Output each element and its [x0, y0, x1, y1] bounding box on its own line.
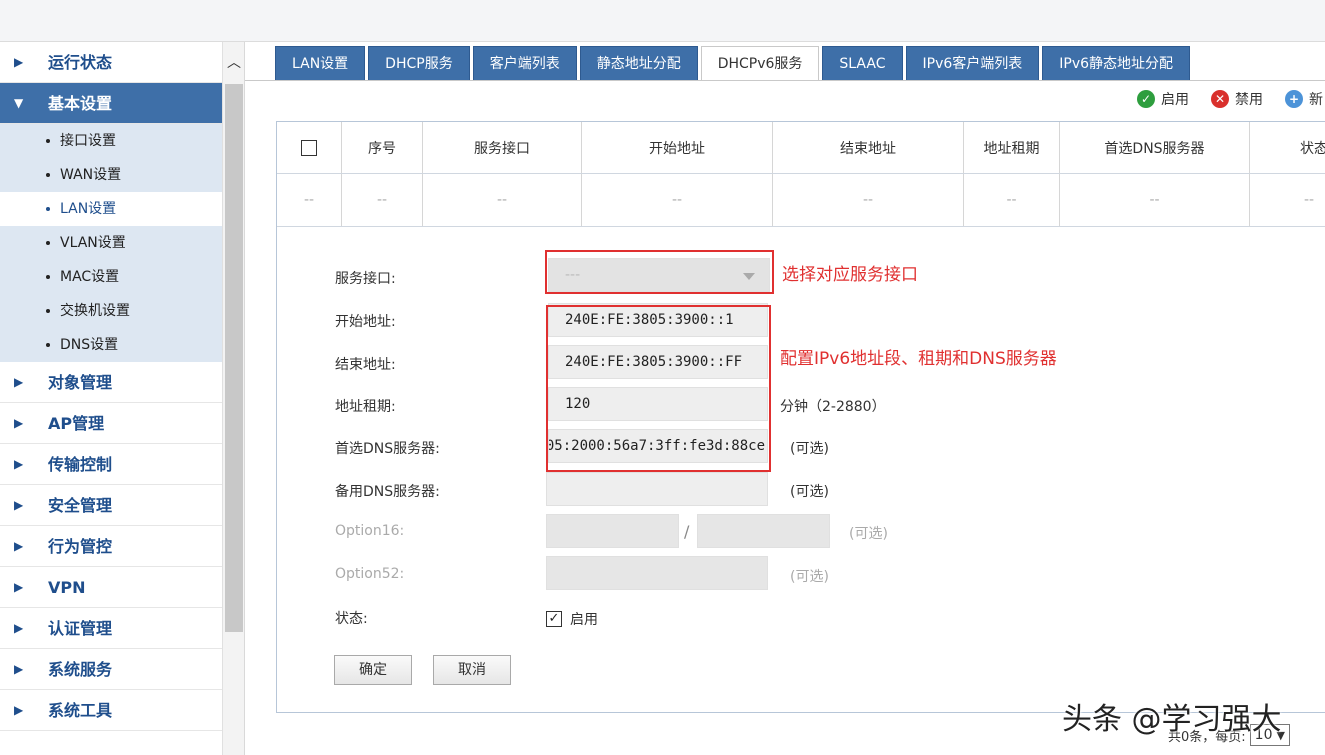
ok-button[interactable]: 确定	[334, 655, 412, 685]
dhcpv6-panel: 序号 服务接口 开始地址 结束地址 地址租期 首选DNS服务器 状态 -- --…	[276, 121, 1325, 713]
enable-button[interactable]: ✓ 启用	[1137, 89, 1189, 109]
chevron-right-icon: ▶	[14, 498, 24, 512]
sidebar-item-transfer-control[interactable]: ▶ 传输控制	[0, 444, 222, 485]
option16-label: Option16:	[335, 523, 405, 539]
plus-circle-icon: +	[1285, 90, 1303, 108]
lease-label: 地址租期:	[335, 399, 396, 415]
dns1-hint: (可选)	[790, 441, 829, 457]
add-button[interactable]: + 新	[1285, 89, 1323, 109]
option16-input-b[interactable]	[697, 514, 830, 548]
col-index: 序号	[342, 122, 423, 173]
annotation-address: 配置IPv6地址段、租期和DNS服务器	[780, 349, 1057, 369]
option52-hint: (可选)	[790, 569, 829, 585]
x-circle-icon: ✕	[1211, 90, 1229, 108]
tab-bar: LAN设置 DHCP服务 客户端列表 静态地址分配 DHCPv6服务 SLAAC…	[275, 46, 1193, 81]
checkmark-icon: ✓	[546, 611, 562, 627]
check-circle-icon: ✓	[1137, 90, 1155, 108]
sidebar-subitem-lan[interactable]: LAN设置	[0, 192, 222, 226]
table-toolbar: ✓ 启用 ✕ 禁用 + 新	[1137, 88, 1325, 110]
sidebar-item-security[interactable]: ▶ 安全管理	[0, 485, 222, 526]
chevron-right-icon: ▶	[14, 580, 24, 594]
sidebar-subitem-vlan[interactable]: VLAN设置	[0, 226, 222, 260]
chevron-down-icon: ▼	[14, 96, 24, 110]
col-interface: 服务接口	[423, 122, 582, 173]
annotation-box-address	[546, 305, 771, 472]
sidebar-submenu: 接口设置 WAN设置 LAN设置 VLAN设置 MAC设置 交换机设置 DNS设…	[0, 124, 222, 362]
annotation-box-interface	[545, 250, 774, 294]
chevron-right-icon: ▶	[14, 539, 24, 553]
cancel-button[interactable]: 取消	[433, 655, 511, 685]
option16-hint: (可选)	[849, 526, 888, 542]
table-row: -- -- -- -- -- -- -- --	[277, 174, 1325, 227]
tab-static-address[interactable]: 静态地址分配	[579, 46, 698, 80]
tab-lan-settings[interactable]: LAN设置	[275, 46, 366, 80]
sidebar-item-object-mgmt[interactable]: ▶ 对象管理	[0, 362, 222, 403]
dns1-label: 首选DNS服务器:	[335, 441, 440, 457]
status-enable-checkbox[interactable]: ✓ 启用	[546, 609, 598, 629]
dns2-hint: (可选)	[790, 484, 829, 500]
sidebar-item-system-services[interactable]: ▶ 系统服务	[0, 649, 222, 690]
end-address-label: 结束地址:	[335, 357, 396, 373]
interface-label: 服务接口:	[335, 271, 396, 287]
sidebar-subitem-wan[interactable]: WAN设置	[0, 158, 222, 192]
chevron-right-icon: ▶	[14, 621, 24, 635]
sidebar-subitem-switch[interactable]: 交换机设置	[0, 294, 222, 328]
lease-hint: 分钟（2-2880）	[780, 399, 886, 415]
sidebar-item-system-tools[interactable]: ▶ 系统工具	[0, 690, 222, 731]
tab-ipv6-static-address[interactable]: IPv6静态地址分配	[1042, 46, 1191, 80]
tab-dhcpv6-service[interactable]: DHCPv6服务	[700, 46, 820, 81]
col-lease: 地址租期	[964, 122, 1060, 173]
select-all-cell	[277, 122, 342, 173]
scrollbar-thumb[interactable]	[225, 84, 243, 632]
start-address-label: 开始地址:	[335, 314, 396, 330]
scroll-up-icon[interactable]: ︿	[226, 56, 242, 70]
option16-input-a[interactable]	[546, 514, 679, 548]
option16-separator: /	[684, 522, 690, 541]
tab-client-list[interactable]: 客户端列表	[472, 46, 577, 80]
annotation-interface: 选择对应服务接口	[782, 265, 918, 285]
select-all-checkbox[interactable]	[301, 139, 317, 156]
top-bar	[0, 0, 1325, 42]
col-status: 状态	[1300, 140, 1325, 157]
status-label: 状态:	[335, 611, 368, 627]
watermark: 头条 @学习强大	[1062, 702, 1282, 737]
chevron-right-icon: ▶	[14, 703, 24, 717]
col-end-address: 结束地址	[773, 122, 964, 173]
option52-input[interactable]	[546, 556, 768, 590]
dns2-input[interactable]	[546, 472, 768, 506]
tab-ipv6-client-list[interactable]: IPv6客户端列表	[905, 46, 1040, 80]
sidebar-item-basic-settings[interactable]: ▼ 基本设置	[0, 83, 222, 124]
sidebar-item-behavior-control[interactable]: ▶ 行为管控	[0, 526, 222, 567]
table-header: 序号 服务接口 开始地址 结束地址 地址租期 首选DNS服务器 状态	[277, 122, 1325, 174]
dns2-label: 备用DNS服务器:	[335, 484, 440, 500]
tab-slaac[interactable]: SLAAC	[822, 46, 903, 80]
sidebar-subitem-mac[interactable]: MAC设置	[0, 260, 222, 294]
sidebar-item-ap-mgmt[interactable]: ▶ AP管理	[0, 403, 222, 444]
chevron-right-icon: ▶	[14, 662, 24, 676]
col-start-address: 开始地址	[582, 122, 773, 173]
sidebar-item-run-status[interactable]: ▶ 运行状态	[0, 42, 222, 83]
tab-divider	[245, 80, 1325, 81]
chevron-right-icon: ▶	[14, 375, 24, 389]
chevron-right-icon: ▶	[14, 457, 24, 471]
tab-dhcp-service[interactable]: DHCP服务	[368, 46, 470, 80]
disable-button[interactable]: ✕ 禁用	[1211, 89, 1263, 109]
col-dns: 首选DNS服务器	[1060, 122, 1250, 173]
sidebar-subitem-dns[interactable]: DNS设置	[0, 328, 222, 362]
sidebar-menu: ▶ 运行状态 ▼ 基本设置 接口设置 WAN设置 LAN设置 VLAN设置 MAC设…	[0, 42, 222, 731]
sidebar-scrollbar[interactable]: ︿	[222, 42, 244, 755]
chevron-right-icon: ▶	[14, 416, 24, 430]
chevron-right-icon: ▶	[14, 55, 24, 69]
sidebar-item-vpn[interactable]: ▶ VPN	[0, 567, 222, 608]
option52-label: Option52:	[335, 566, 405, 582]
sidebar-item-auth-mgmt[interactable]: ▶ 认证管理	[0, 608, 222, 649]
sidebar-subitem-interface[interactable]: 接口设置	[0, 124, 222, 158]
